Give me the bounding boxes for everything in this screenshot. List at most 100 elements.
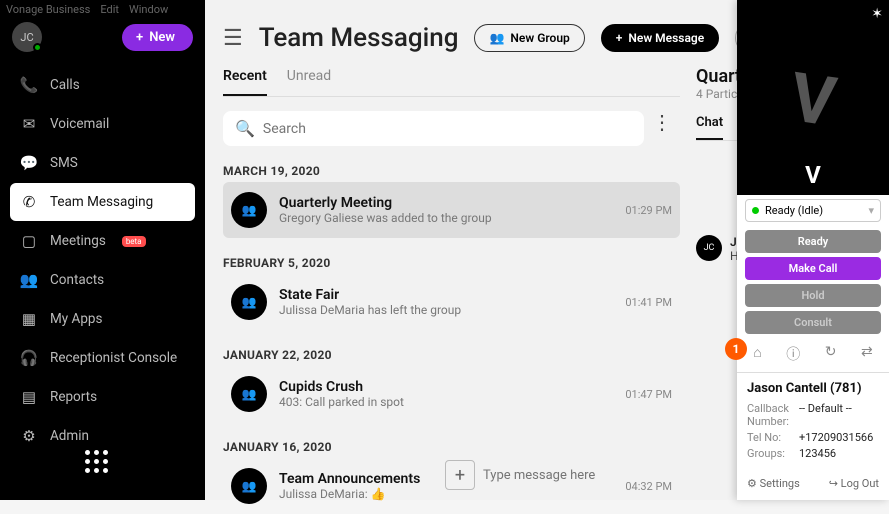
status-label: Ready (Idle) xyxy=(765,204,823,217)
sidebar-item-label: Meetings xyxy=(50,233,106,249)
agent-status-select[interactable]: Ready (Idle) ▾ xyxy=(745,199,881,222)
conversation-preview: Julissa DeMaria has left the group xyxy=(279,303,613,317)
consult-button[interactable]: Consult xyxy=(745,311,881,334)
contact-name: Jason Cantell (781) xyxy=(747,381,879,396)
softphone-widget: ✶ V V Ready (Idle) ▾ Ready Make Call Hol… xyxy=(737,0,889,500)
hold-button[interactable]: Hold xyxy=(745,284,881,307)
sidebar-item-label: Admin xyxy=(50,428,89,444)
user-avatar[interactable]: JC xyxy=(12,22,42,52)
tab-history-icon[interactable]: ↻ xyxy=(825,344,837,364)
plus-icon: + xyxy=(136,30,143,45)
menu-edit[interactable]: Edit xyxy=(100,3,119,16)
widget-tabs: 1 ⌂ ⓘ ↻ ⇄ xyxy=(737,336,889,373)
menu-app[interactable]: Vonage Business xyxy=(6,3,90,16)
conversation-preview: 403: Call parked in spot xyxy=(279,395,613,409)
compose-input[interactable] xyxy=(483,468,729,483)
sidebar-item-voicemail[interactable]: ✉ Voicemail xyxy=(10,105,195,143)
group-avatar-icon: 👥 xyxy=(231,192,267,228)
widget-header: ✶ V V xyxy=(737,0,889,195)
group-avatar-icon: 👥 xyxy=(231,468,267,504)
menu-window[interactable]: Window xyxy=(129,3,168,16)
conversation-item[interactable]: 👥 State Fair Julissa DeMaria has left th… xyxy=(223,274,680,330)
new-group-button[interactable]: 👥New Group xyxy=(474,24,584,52)
settings-link[interactable]: ⚙ Settings xyxy=(747,477,800,490)
attach-button[interactable]: + xyxy=(445,460,475,490)
sidebar-item-calls[interactable]: 📞Calls xyxy=(10,66,195,104)
sidebar-item-meetings[interactable]: ▢ Meetings beta xyxy=(10,222,195,260)
list-tabs: Recent Unread xyxy=(223,64,680,97)
more-options-icon[interactable]: ⋮ xyxy=(644,110,680,134)
sidebar-item-label: Team Messaging xyxy=(50,194,153,210)
groups-label: Groups: xyxy=(747,447,793,460)
sidebar-item-receptionist[interactable]: 🎧 Receptionist Console xyxy=(10,339,195,377)
search-icon: 🔍 xyxy=(235,119,255,138)
chevron-down-icon: ▾ xyxy=(868,204,874,217)
dialpad-button[interactable] xyxy=(85,450,121,486)
conversation-item[interactable]: 👥 Cupids Crush 403: Call parked in spot … xyxy=(223,366,680,422)
sidebar-item-label: Contacts xyxy=(50,272,104,288)
sidebar-item-label: Receptionist Console xyxy=(50,350,177,366)
ready-button[interactable]: Ready xyxy=(745,230,881,253)
video-icon: ▢ xyxy=(20,232,38,250)
tel-value: +17209031566 xyxy=(799,431,873,444)
tab-chat[interactable]: Chat xyxy=(696,111,723,140)
sidebar-item-label: My Apps xyxy=(50,311,102,327)
reports-icon: ▤ xyxy=(20,388,38,406)
tab-transfer-icon[interactable]: ⇄ xyxy=(861,344,873,364)
tab-unread[interactable]: Unread xyxy=(287,64,331,96)
sms-icon: 💬 xyxy=(20,154,38,172)
sidebar-item-label: Calls xyxy=(50,77,80,93)
logout-link[interactable]: ↪ Log Out xyxy=(829,477,879,490)
voicemail-icon: ✉ xyxy=(20,115,38,133)
tab-recent[interactable]: Recent xyxy=(223,64,267,96)
new-button[interactable]: + New xyxy=(122,24,193,51)
page-title: Team Messaging xyxy=(259,23,459,53)
tel-label: Tel No: xyxy=(747,431,793,444)
headset-icon: 🎧 xyxy=(20,349,38,367)
vonage-logo-bg: V xyxy=(785,57,840,142)
conversation-title: Quarterly Meeting xyxy=(279,195,613,211)
tab-info-icon[interactable]: ⓘ xyxy=(786,344,800,364)
group-icon: 👥 xyxy=(489,31,504,45)
make-call-button[interactable]: Make Call xyxy=(745,257,881,280)
sidebar-item-sms[interactable]: 💬SMS xyxy=(10,144,195,182)
search-input[interactable] xyxy=(263,121,632,137)
groups-value: 123456 xyxy=(799,447,836,460)
avatar-initials: JC xyxy=(20,31,33,44)
sidebar: JC + New 📞Calls ✉ Voicemail 💬SMS ✆ Team Me… xyxy=(0,0,205,500)
date-header: JANUARY 16, 2020 xyxy=(223,440,680,454)
conversation-title: State Fair xyxy=(279,287,613,303)
plus-icon: + xyxy=(616,31,623,45)
conversation-preview: Gregory Galiese was added to the group xyxy=(279,211,613,225)
contacts-icon: 👥 xyxy=(20,271,38,289)
pin-icon[interactable]: ✶ xyxy=(871,6,883,22)
conversation-item[interactable]: 👥 Quarterly Meeting Gregory Galiese was … xyxy=(223,182,680,238)
menu-toggle-icon[interactable]: ☰ xyxy=(223,26,243,51)
new-message-button[interactable]: + New Message xyxy=(601,24,719,52)
app-menubar: Vonage Business Edit Window xyxy=(0,0,168,18)
presence-dot xyxy=(33,43,42,52)
contact-info: Jason Cantell (781) Callback Number:-- D… xyxy=(737,373,889,471)
conversation-time: 01:41 PM xyxy=(625,296,672,309)
conversation-time: 01:47 PM xyxy=(625,388,672,401)
group-avatar-icon: 👥 xyxy=(231,376,267,412)
status-dot-icon xyxy=(752,207,759,214)
sidebar-item-myapps[interactable]: ▦ My Apps xyxy=(10,300,195,338)
apps-icon: ▦ xyxy=(20,310,38,328)
sidebar-item-contacts[interactable]: 👥 Contacts xyxy=(10,261,195,299)
badge-beta: beta xyxy=(122,236,146,247)
callback-label: Callback Number: xyxy=(747,402,793,428)
sidebar-item-team-messaging[interactable]: ✆ Team Messaging xyxy=(10,183,195,221)
new-button-label: New xyxy=(149,30,175,45)
button-label: New Message xyxy=(628,31,704,45)
search-box[interactable]: 🔍 xyxy=(223,111,644,146)
chat-icon: ✆ xyxy=(20,193,38,211)
sidebar-item-reports[interactable]: ▤ Reports xyxy=(10,378,195,416)
widget-footer: ⚙ Settings ↪ Log Out xyxy=(737,471,889,500)
tab-home-icon[interactable]: ⌂ xyxy=(753,344,761,364)
step-badge: 1 xyxy=(725,338,747,360)
sidebar-item-label: Voicemail xyxy=(50,116,109,132)
conversation-title: Cupids Crush xyxy=(279,379,613,395)
sidebar-item-label: Reports xyxy=(50,389,97,405)
group-avatar-icon: 👥 xyxy=(231,284,267,320)
